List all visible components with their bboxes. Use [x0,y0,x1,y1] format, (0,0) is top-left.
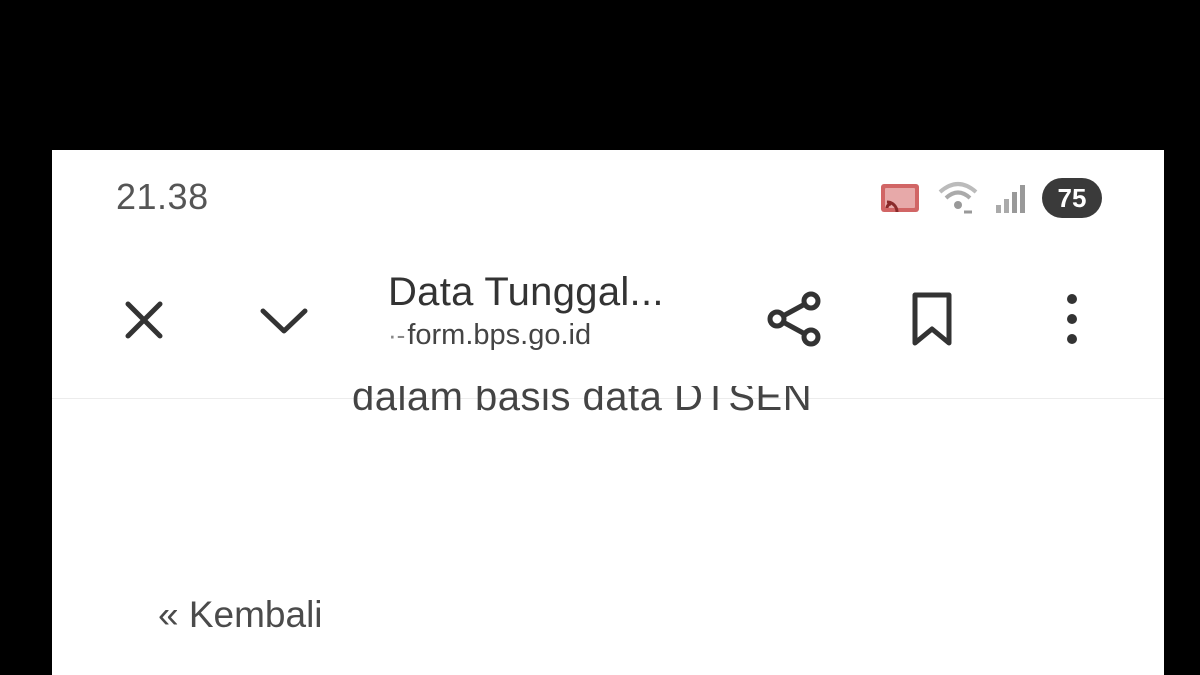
custom-tab-toolbar: Data Tunggal... ·- form.bps.go.id [52,260,1164,399]
share-button[interactable] [762,286,828,352]
page-url: ·- form.bps.go.id [388,319,728,352]
page-title: Data Tunggal... [388,270,664,314]
close-button[interactable] [114,290,174,350]
battery-indicator: 75 [1042,178,1102,218]
cast-icon [878,178,922,218]
bookmark-icon [909,291,955,347]
wifi-icon [936,178,980,218]
share-icon [765,289,825,349]
more-vert-icon [1065,292,1079,346]
status-time: 21.38 [116,176,209,217]
minimize-button[interactable] [252,290,316,350]
url-text: form.bps.go.id [407,319,592,351]
url-security-icon: ·- [388,320,406,350]
status-icons: 75 [878,176,1102,220]
bookmark-button[interactable] [902,286,962,352]
phone-screen: 21.38 75 Data Tunggal... ·- form.bps.go.… [52,150,1164,675]
back-link[interactable]: « Kembali [158,594,323,636]
chevron-down-icon [257,303,311,337]
status-bar: 21.38 75 [52,150,1164,240]
partially-hidden-text: dalam basis data DTSEN [352,386,813,419]
close-icon [122,298,166,342]
page-title-block[interactable]: Data Tunggal... ·- form.bps.go.id [388,270,728,352]
more-options-button[interactable] [1052,286,1092,352]
signal-icon [994,181,1028,215]
